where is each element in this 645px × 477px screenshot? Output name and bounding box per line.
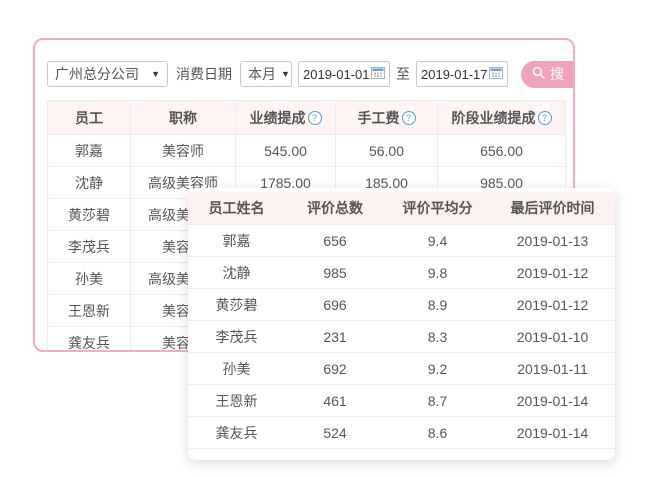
- search-icon: [532, 66, 545, 82]
- table-cell: 李茂兵: [48, 231, 131, 263]
- commission-table-header: 员工职称业绩提成?手工费?阶段业绩提成?: [48, 101, 566, 135]
- table-cell: 郭嘉: [48, 135, 131, 167]
- help-icon[interactable]: ?: [402, 111, 416, 125]
- filter-bar: 广州总分公司 ▼ 消费日期 本月 ▼ 2019-01-01: [47, 61, 575, 87]
- table-row: 郭嘉6569.42019-01-13: [188, 225, 615, 257]
- date-from-input[interactable]: 2019-01-01: [298, 61, 390, 87]
- table-row: 王恩新4618.72019-01-14: [188, 385, 615, 417]
- table-row: 孙美6929.22019-01-11: [188, 353, 615, 385]
- date-label: 消费日期: [176, 64, 232, 84]
- column-header: 员工: [48, 101, 131, 135]
- column-header: 员工姓名: [188, 192, 285, 225]
- period-select-value: 本月: [248, 64, 276, 84]
- table-cell: 黄莎碧: [188, 289, 285, 321]
- table-cell: 692: [285, 353, 385, 385]
- table-cell: 王恩新: [188, 385, 285, 417]
- search-button-label: 搜 索: [550, 64, 575, 84]
- table-cell: 2019-01-13: [490, 225, 615, 257]
- table-row: 李茂兵2318.32019-01-10: [188, 321, 615, 353]
- column-header: 最后评价时间: [490, 192, 615, 225]
- table-row: 龚友兵5248.62019-01-14: [188, 417, 615, 449]
- column-header-label: 阶段业绩提成: [452, 110, 536, 126]
- table-cell: 8.7: [385, 385, 490, 417]
- help-icon[interactable]: ?: [308, 111, 322, 125]
- date-to-value: 2019-01-17: [421, 67, 488, 82]
- table-cell: 郭嘉: [188, 225, 285, 257]
- table-cell: 李茂兵: [188, 321, 285, 353]
- column-header-label: 职称: [169, 110, 197, 126]
- table-cell: 8.9: [385, 289, 490, 321]
- table-cell: 9.2: [385, 353, 490, 385]
- column-header: 评价平均分: [385, 192, 490, 225]
- table-cell: 545.00: [236, 135, 336, 167]
- rating-table-header: 员工姓名 评价总数 评价平均分 最后评价时间: [188, 192, 615, 225]
- column-header-label: 评价总数: [307, 200, 363, 216]
- column-header-label: 评价平均分: [403, 200, 473, 216]
- column-header-label: 手工费: [358, 110, 400, 126]
- table-cell: 沈静: [188, 257, 285, 289]
- table-cell: 461: [285, 385, 385, 417]
- column-header: 阶段业绩提成?: [438, 101, 566, 135]
- column-header-label: 员工: [75, 110, 103, 126]
- table-row: 黄莎碧6968.92019-01-12: [188, 289, 615, 321]
- date-to-input[interactable]: 2019-01-17: [416, 61, 508, 87]
- table-cell: 2019-01-12: [490, 257, 615, 289]
- table-row: 郭嘉美容师545.0056.00656.00: [48, 135, 566, 167]
- table-cell: 孙美: [48, 263, 131, 295]
- chevron-down-icon: ▼: [151, 69, 160, 79]
- table-cell: 沈静: [48, 167, 131, 199]
- table-cell: 美容师: [131, 135, 236, 167]
- table-cell: 524: [285, 417, 385, 449]
- table-cell: 孙美: [188, 353, 285, 385]
- table-cell: 2019-01-11: [490, 353, 615, 385]
- table-row: 沈静9859.82019-01-12: [188, 257, 615, 289]
- column-header-label: 业绩提成: [250, 110, 306, 126]
- calendar-icon[interactable]: [489, 66, 503, 82]
- table-cell: 656.00: [438, 135, 566, 167]
- table-cell: 2019-01-12: [490, 289, 615, 321]
- column-header: 手工费?: [336, 101, 438, 135]
- table-cell: 8.6: [385, 417, 490, 449]
- rating-popup: 员工姓名评价总数评价平均分最后评价时间 郭嘉6569.42019-01-13沈静…: [188, 188, 615, 460]
- rating-table-body: 郭嘉6569.42019-01-13沈静9859.82019-01-12黄莎碧6…: [188, 225, 615, 449]
- period-select[interactable]: 本月 ▼: [240, 61, 292, 87]
- table-cell: 9.4: [385, 225, 490, 257]
- column-header: 评价总数: [285, 192, 385, 225]
- branch-select[interactable]: 广州总分公司 ▼: [47, 61, 168, 87]
- table-cell: 656: [285, 225, 385, 257]
- column-header-label: 最后评价时间: [511, 200, 595, 216]
- table-cell: 2019-01-14: [490, 417, 615, 449]
- column-header: 职称: [131, 101, 236, 135]
- to-label: 至: [396, 64, 410, 84]
- table-cell: 2019-01-14: [490, 385, 615, 417]
- column-header-label: 员工姓名: [209, 200, 265, 216]
- table-cell: 黄莎碧: [48, 199, 131, 231]
- search-button[interactable]: 搜 索: [521, 61, 575, 88]
- table-cell: 2019-01-10: [490, 321, 615, 353]
- rating-table: 员工姓名评价总数评价平均分最后评价时间 郭嘉6569.42019-01-13沈静…: [188, 192, 615, 449]
- branch-select-value: 广州总分公司: [55, 64, 139, 84]
- table-cell: 696: [285, 289, 385, 321]
- table-cell: 王恩新: [48, 295, 131, 327]
- table-cell: 231: [285, 321, 385, 353]
- date-from-value: 2019-01-01: [303, 67, 370, 82]
- table-cell: 龚友兵: [48, 327, 131, 353]
- help-icon[interactable]: ?: [538, 111, 552, 125]
- column-header: 业绩提成?: [236, 101, 336, 135]
- chevron-down-icon: ▼: [281, 69, 290, 79]
- table-cell: 龚友兵: [188, 417, 285, 449]
- calendar-icon[interactable]: [371, 66, 385, 82]
- table-cell: 56.00: [336, 135, 438, 167]
- table-cell: 985: [285, 257, 385, 289]
- table-cell: 9.8: [385, 257, 490, 289]
- table-cell: 8.3: [385, 321, 490, 353]
